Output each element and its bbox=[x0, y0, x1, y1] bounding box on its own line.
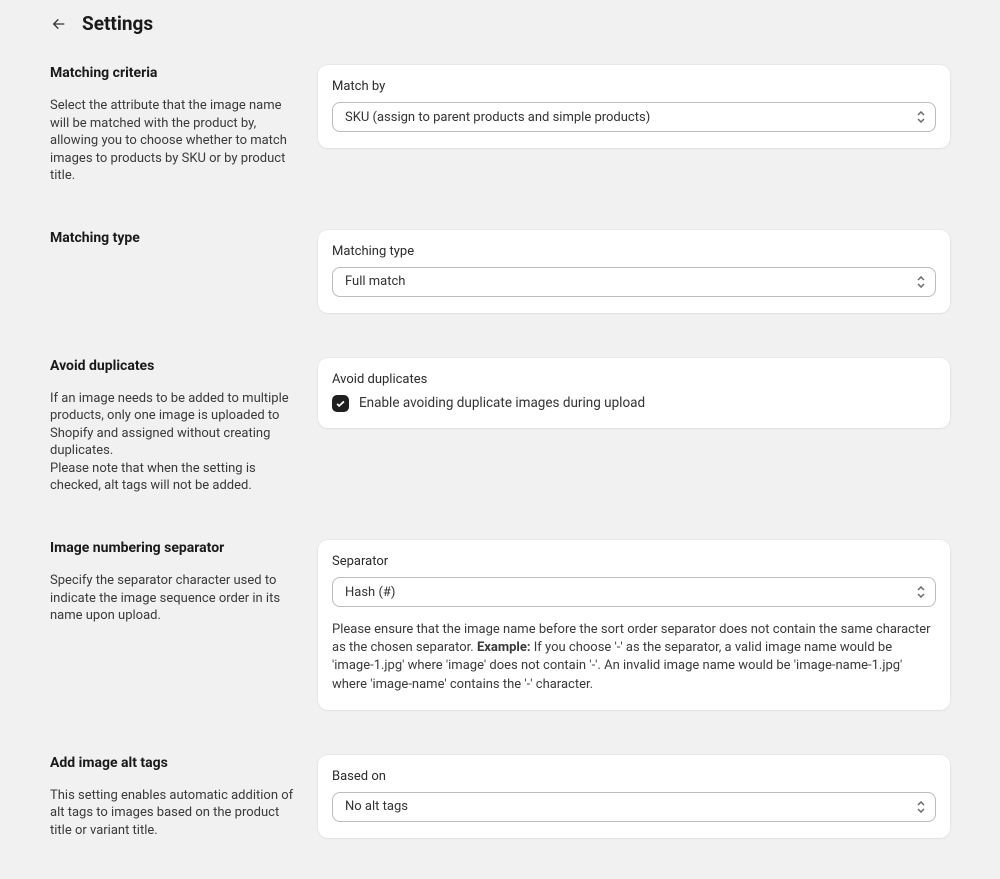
field-label: Avoid duplicates bbox=[332, 372, 936, 387]
card-avoid-duplicates: Avoid duplicates Enable avoiding duplica… bbox=[318, 358, 950, 428]
section-matching-criteria: Matching criteria Select the attribute t… bbox=[50, 65, 950, 185]
section-desc: If an image needs to be added to multipl… bbox=[50, 390, 298, 495]
card-matching-criteria: Match by SKU (assign to parent products … bbox=[318, 65, 950, 148]
updown-icon bbox=[915, 276, 927, 288]
select-value: No alt tags bbox=[345, 799, 408, 814]
select-value: Hash (#) bbox=[345, 585, 395, 600]
section-avoid-duplicates: Avoid duplicates If an image needs to be… bbox=[50, 358, 950, 495]
page-header: Settings bbox=[50, 12, 950, 35]
updown-icon bbox=[915, 111, 927, 123]
updown-icon bbox=[915, 586, 927, 598]
section-desc: Select the attribute that the image name… bbox=[50, 97, 298, 185]
field-label: Based on bbox=[332, 769, 936, 784]
section-alt-tags: Add image alt tags This setting enables … bbox=[50, 755, 950, 840]
page-title: Settings bbox=[82, 12, 153, 35]
section-matching-type: Matching type Matching type Full match bbox=[50, 230, 950, 313]
section-desc: This setting enables automatic addition … bbox=[50, 787, 298, 840]
match-by-select[interactable]: SKU (assign to parent products and simpl… bbox=[332, 102, 936, 132]
field-label: Separator bbox=[332, 554, 936, 569]
section-desc: Specify the separator character used to … bbox=[50, 572, 298, 625]
separator-select[interactable]: Hash (#) bbox=[332, 577, 936, 607]
helper-text: Please ensure that the image name before… bbox=[332, 621, 936, 694]
field-label: Match by bbox=[332, 79, 936, 94]
section-separator: Image numbering separator Specify the se… bbox=[50, 540, 950, 710]
card-matching-type: Matching type Full match bbox=[318, 230, 950, 313]
section-heading: Matching type bbox=[50, 230, 298, 246]
back-arrow-icon[interactable] bbox=[50, 15, 68, 33]
checkbox-label: Enable avoiding duplicate images during … bbox=[359, 395, 645, 411]
card-separator: Separator Hash (#) Please ensure that th… bbox=[318, 540, 950, 710]
select-value: Full match bbox=[345, 274, 405, 289]
section-heading: Add image alt tags bbox=[50, 755, 298, 771]
alt-tags-select[interactable]: No alt tags bbox=[332, 792, 936, 822]
avoid-duplicates-checkbox[interactable] bbox=[332, 395, 349, 412]
field-label: Matching type bbox=[332, 244, 936, 259]
section-heading: Image numbering separator bbox=[50, 540, 298, 556]
section-heading: Avoid duplicates bbox=[50, 358, 298, 374]
matching-type-select[interactable]: Full match bbox=[332, 267, 936, 297]
section-heading: Matching criteria bbox=[50, 65, 298, 81]
updown-icon bbox=[915, 801, 927, 813]
card-alt-tags: Based on No alt tags bbox=[318, 755, 950, 838]
select-value: SKU (assign to parent products and simpl… bbox=[345, 110, 650, 125]
